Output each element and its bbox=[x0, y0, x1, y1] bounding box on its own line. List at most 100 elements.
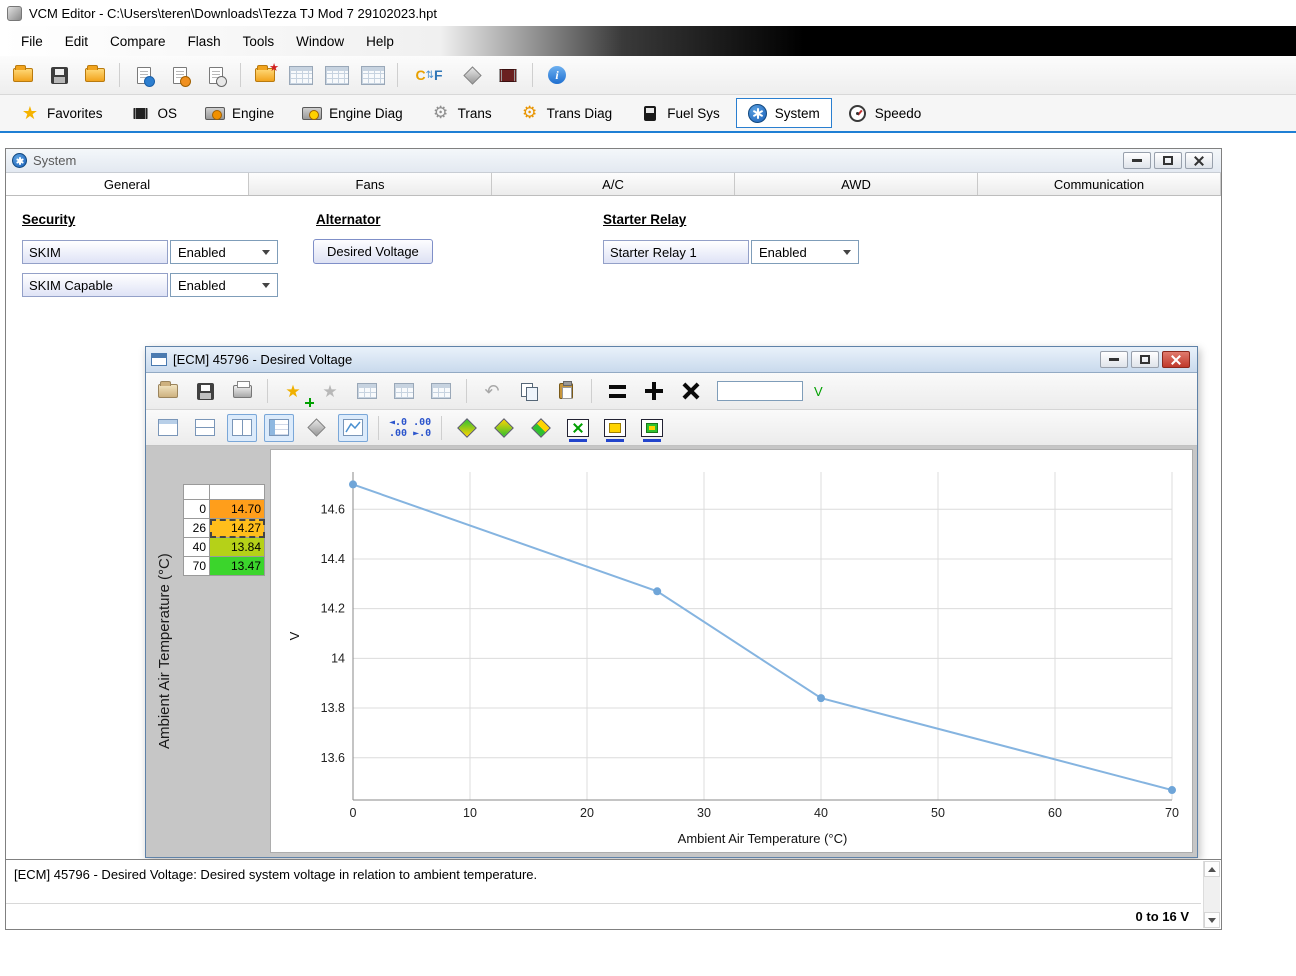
table-view-button[interactable] bbox=[264, 414, 294, 442]
ribbon-tab-fuel-sys[interactable]: Fuel Sys bbox=[628, 98, 732, 128]
menu-item-edit[interactable]: Edit bbox=[54, 34, 99, 49]
graph-view-button[interactable] bbox=[338, 414, 368, 442]
flash-cf-button[interactable]: C ⇅ F bbox=[407, 61, 451, 89]
description-scrollbar[interactable] bbox=[1203, 861, 1220, 928]
open-folder-button[interactable] bbox=[80, 61, 110, 89]
axis-cell[interactable]: 0 bbox=[184, 500, 210, 519]
data-point[interactable] bbox=[349, 480, 357, 488]
compare-button[interactable] bbox=[165, 61, 195, 89]
surface-view-button[interactable] bbox=[301, 414, 331, 442]
tab-ac[interactable]: A/C bbox=[492, 173, 735, 195]
value-cell[interactable]: 13.47 bbox=[210, 557, 265, 576]
ribbon-tab-speedo[interactable]: Speedo bbox=[836, 98, 934, 128]
highlight-x-button[interactable] bbox=[563, 414, 593, 442]
scroll-down-button[interactable] bbox=[1204, 912, 1220, 928]
tab-awd[interactable]: AWD bbox=[735, 173, 978, 195]
split-vertical-button[interactable] bbox=[227, 414, 257, 442]
data-point[interactable] bbox=[1168, 786, 1176, 794]
table-tool-1-button[interactable] bbox=[286, 61, 316, 89]
save-table-button[interactable] bbox=[190, 377, 220, 405]
flat-color-button[interactable] bbox=[526, 414, 556, 442]
axis-cell[interactable]: 26 bbox=[184, 519, 210, 538]
undo-button[interactable]: ↶ bbox=[477, 377, 507, 405]
param-skim[interactable]: SKIM bbox=[22, 240, 168, 264]
add-favorite-button[interactable]: ★ bbox=[278, 377, 308, 405]
menu-item-flash[interactable]: Flash bbox=[177, 34, 232, 49]
data-point[interactable] bbox=[653, 587, 661, 595]
info-button[interactable]: i bbox=[542, 61, 572, 89]
starter-relay-select[interactable]: Enabled bbox=[751, 240, 859, 264]
compare-table-2-button[interactable] bbox=[389, 377, 419, 405]
save-button[interactable] bbox=[44, 61, 74, 89]
copy-button[interactable] bbox=[514, 377, 544, 405]
menu-item-compare[interactable]: Compare bbox=[99, 34, 177, 49]
increment-button[interactable] bbox=[639, 377, 669, 405]
tab-general[interactable]: General bbox=[6, 173, 249, 195]
read-vehicle-button[interactable] bbox=[457, 61, 487, 89]
file-info-button[interactable] bbox=[129, 61, 159, 89]
axis-cell[interactable]: 40 bbox=[184, 538, 210, 557]
desired-voltage-button[interactable]: Desired Voltage bbox=[313, 239, 433, 264]
menu-item-tools[interactable]: Tools bbox=[232, 34, 286, 49]
decrease-decimals-button[interactable]: ◄.0 .00 bbox=[389, 417, 431, 428]
highlight-fill-button[interactable] bbox=[600, 414, 630, 442]
value-entry-input[interactable] bbox=[717, 381, 803, 401]
menu-item-window[interactable]: Window bbox=[285, 34, 355, 49]
color-scale-alt-button[interactable] bbox=[489, 414, 519, 442]
open-table-button[interactable] bbox=[153, 377, 183, 405]
write-vehicle-button[interactable] bbox=[493, 61, 523, 89]
remove-favorite-button[interactable]: ★ bbox=[315, 377, 345, 405]
skim-select[interactable]: Enabled bbox=[170, 240, 278, 264]
highlight-border-button[interactable] bbox=[637, 414, 667, 442]
paste-button[interactable] bbox=[551, 377, 581, 405]
scroll-up-button[interactable] bbox=[1204, 861, 1220, 877]
table-tool-3-button[interactable] bbox=[358, 61, 388, 89]
ribbon-tab-label: OS bbox=[158, 106, 178, 121]
tab-fans[interactable]: Fans bbox=[249, 173, 492, 195]
value-cell[interactable]: 14.70 bbox=[210, 500, 265, 519]
value-cell[interactable]: 14.27 bbox=[210, 519, 265, 538]
param-skim-capable[interactable]: SKIM Capable bbox=[22, 273, 168, 297]
split-horizontal-button[interactable] bbox=[190, 414, 220, 442]
menu-item-help[interactable]: Help bbox=[355, 34, 405, 49]
set-equal-button[interactable] bbox=[602, 377, 632, 405]
open-file-button[interactable] bbox=[8, 61, 38, 89]
data-point[interactable] bbox=[817, 694, 825, 702]
app-titlebar: VCM Editor - C:\Users\teren\Downloads\Te… bbox=[0, 0, 1296, 26]
minimize-button[interactable] bbox=[1123, 152, 1151, 169]
axis-cell[interactable]: 70 bbox=[184, 557, 210, 576]
table-tool-2-button[interactable] bbox=[322, 61, 352, 89]
ribbon-tab-engine[interactable]: Engine bbox=[193, 98, 286, 128]
window-controls bbox=[1100, 351, 1192, 368]
svg-text:40: 40 bbox=[814, 806, 828, 820]
maximize-button[interactable] bbox=[1154, 152, 1182, 169]
ribbon-tab-trans[interactable]: ⚙ Trans bbox=[419, 98, 504, 128]
skim-capable-select[interactable]: Enabled bbox=[170, 273, 278, 297]
close-button[interactable] bbox=[1185, 152, 1213, 169]
compare-table-3-button[interactable] bbox=[426, 377, 456, 405]
file-history-button[interactable] bbox=[201, 61, 231, 89]
write-chip-icon bbox=[499, 69, 517, 82]
single-pane-button[interactable] bbox=[153, 414, 183, 442]
param-starter-relay-1[interactable]: Starter Relay 1 bbox=[603, 240, 749, 264]
ribbon-tab-trans-diag[interactable]: ⚙ Trans Diag bbox=[508, 98, 625, 128]
tab-communication[interactable]: Communication bbox=[978, 173, 1221, 195]
ribbon-tab-system[interactable]: System bbox=[736, 98, 832, 128]
ribbon-tab-os[interactable]: OS bbox=[119, 98, 190, 128]
table-row: 014.70 bbox=[184, 500, 265, 519]
compare-table-1-button[interactable] bbox=[352, 377, 382, 405]
ribbon-tab-engine-diag[interactable]: Engine Diag bbox=[290, 98, 415, 128]
multiply-button[interactable] bbox=[676, 377, 706, 405]
svg-text:V: V bbox=[287, 631, 302, 640]
print-table-button[interactable] bbox=[227, 377, 257, 405]
ribbon-tab-label: Speedo bbox=[875, 106, 922, 121]
menu-item-file[interactable]: File bbox=[10, 34, 54, 49]
value-cell[interactable]: 13.84 bbox=[210, 538, 265, 557]
ribbon-tab-favorites[interactable]: ★ Favorites bbox=[8, 98, 115, 128]
favorites-folder-button[interactable]: ★ bbox=[250, 61, 280, 89]
minimize-button[interactable] bbox=[1100, 351, 1128, 368]
increase-decimals-button[interactable]: .00 ►.0 bbox=[389, 428, 431, 439]
close-button[interactable] bbox=[1162, 351, 1190, 368]
color-scale-button[interactable] bbox=[452, 414, 482, 442]
maximize-button[interactable] bbox=[1131, 351, 1159, 368]
